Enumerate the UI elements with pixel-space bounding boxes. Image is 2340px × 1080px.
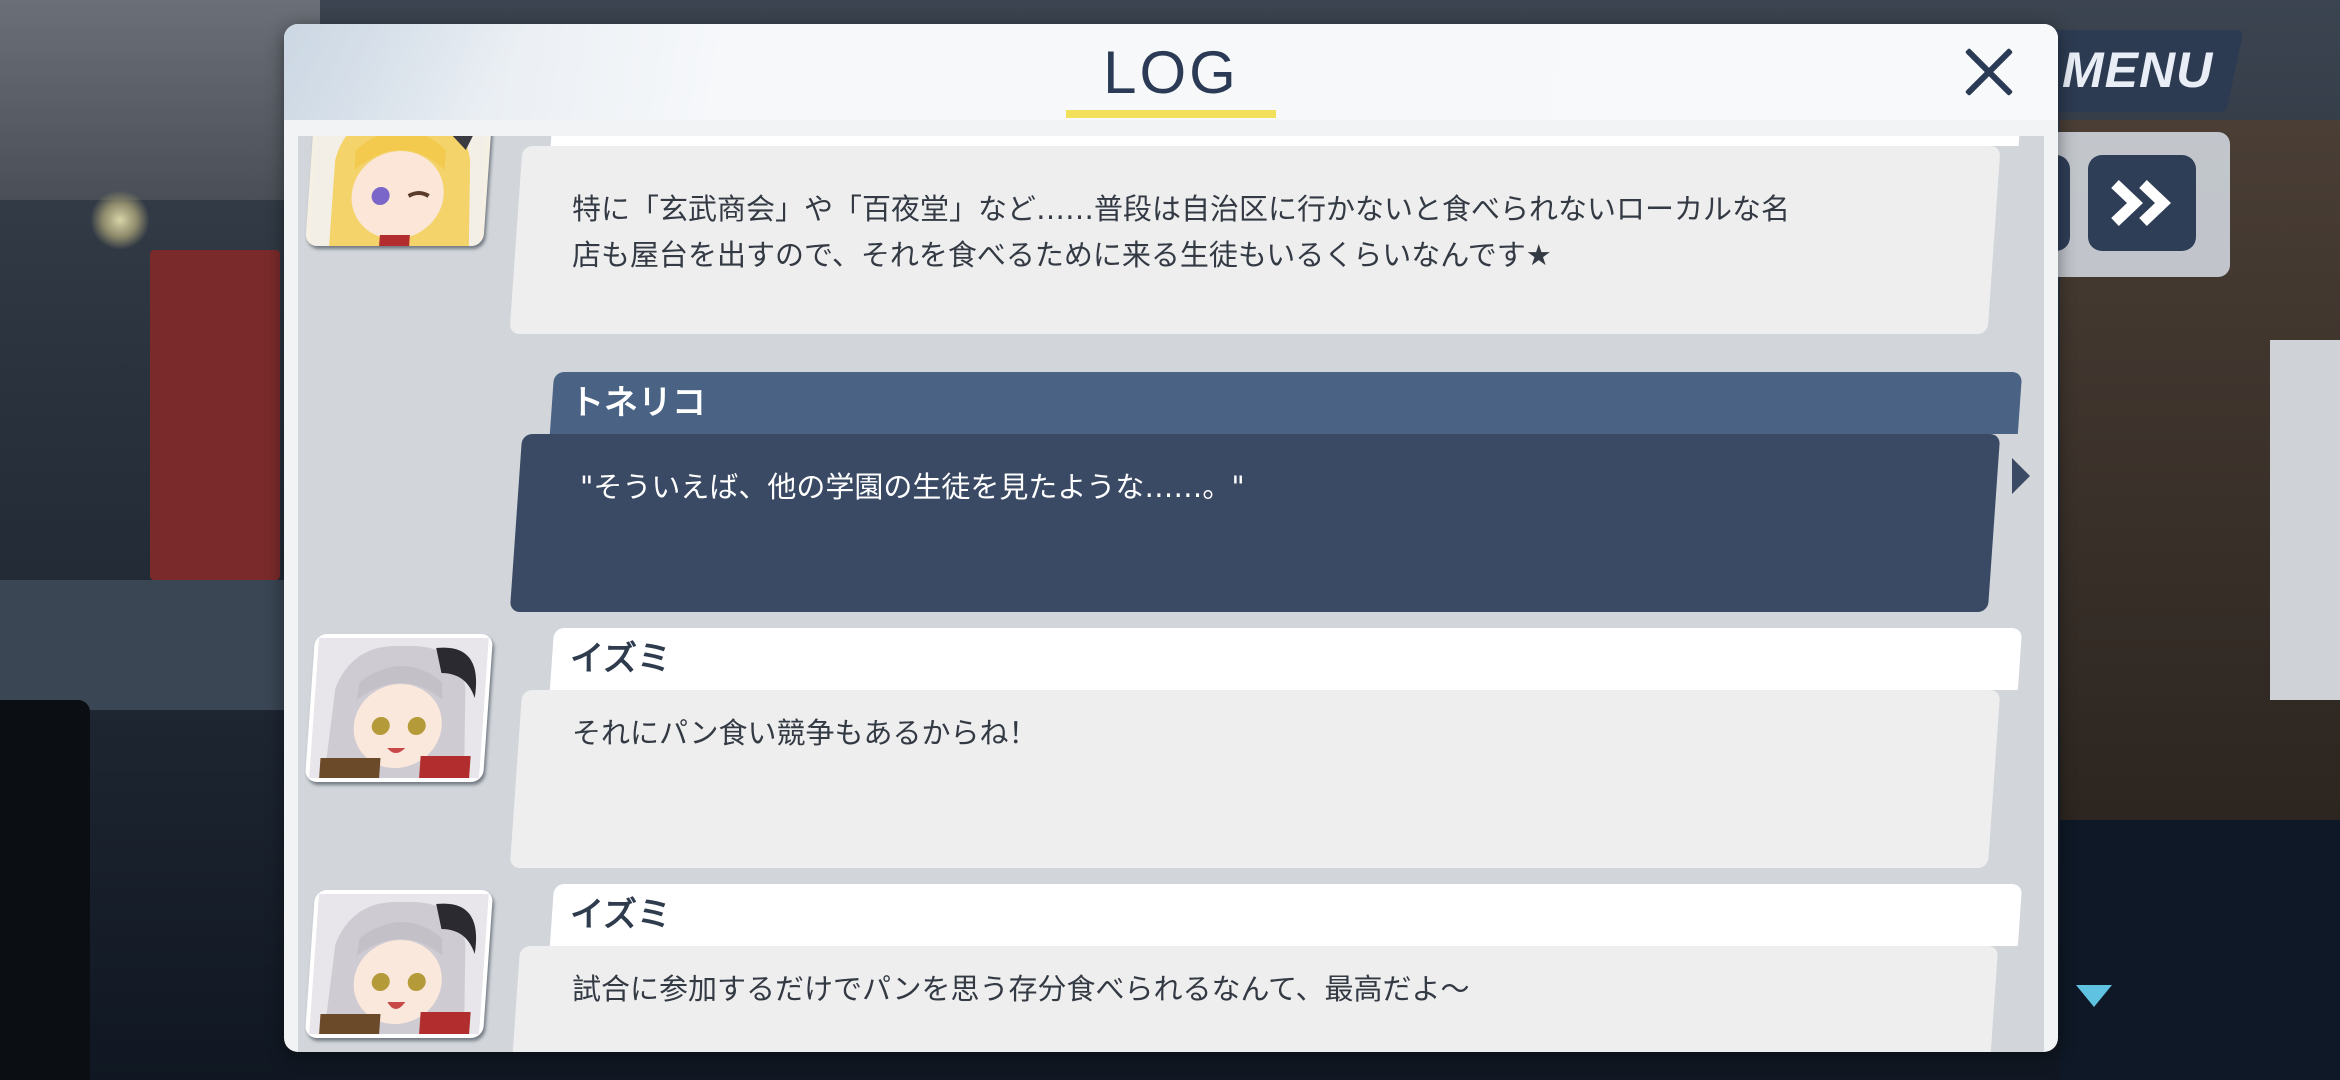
fast-forward-icon bbox=[2111, 180, 2171, 226]
triangle-down-icon bbox=[2076, 985, 2112, 1007]
message-text: それにパン食い競争もあるからね！ bbox=[572, 716, 1038, 750]
message-text: 特に「玄武商会」や「百夜堂」など……普段は自治区に行かないと食べられないローカル… bbox=[572, 192, 1791, 272]
log-dialog: LOG 特に「玄武商会」や「百夜堂」など……普段は自治区に行かないと食べられない… bbox=[284, 24, 2058, 1052]
speaker-name: トネリコ bbox=[570, 383, 706, 423]
speaker-name-bar bbox=[550, 136, 2022, 146]
log-list[interactable]: 特に「玄武商会」や「百夜堂」など……普段は自治区に行かないと食べられないローカル… bbox=[298, 136, 2044, 1052]
log-entry: 特に「玄武商会」や「百夜堂」など……普段は自治区に行かないと食べられないローカル… bbox=[298, 136, 2044, 356]
blonde-horned-girl-avatar bbox=[305, 136, 493, 246]
speaker-name-bar bbox=[549, 884, 2023, 946]
header-decoration bbox=[284, 24, 584, 120]
log-header: LOG bbox=[284, 24, 2058, 120]
counter bbox=[0, 580, 290, 710]
message-bubble bbox=[509, 434, 2001, 612]
silver-haired-horned-girl-avatar bbox=[304, 634, 494, 782]
message-text: "そういえば、他の学園の生徒を見たような……。" bbox=[580, 470, 1245, 504]
close-icon[interactable] bbox=[1954, 38, 2024, 108]
speaker-name-bar bbox=[549, 372, 2023, 434]
bubble-pointer bbox=[2012, 458, 2030, 494]
lamp bbox=[90, 190, 150, 250]
right-shop-wall bbox=[2270, 340, 2340, 700]
log-entry-self: トネリコ "そういえば、他の学園の生徒を見たような……。" bbox=[298, 372, 2044, 612]
shop-banner bbox=[150, 250, 280, 580]
street bbox=[2060, 820, 2340, 1080]
log-entry: イズミ それにパン食い競争もあるからね！ bbox=[298, 628, 2044, 868]
speaker-name: イズミ bbox=[570, 895, 671, 935]
title-underline bbox=[1066, 110, 1276, 118]
dark-panel bbox=[0, 700, 90, 1080]
shop-sign bbox=[0, 0, 320, 200]
menu-button-label[interactable]: MENU bbox=[2062, 38, 2232, 102]
silver-haired-horned-girl-avatar bbox=[304, 890, 494, 1038]
speaker-name-bar bbox=[549, 628, 2023, 690]
log-entry: イズミ 試合に参加するだけでパンを思う存分食べられるなんて、最高だよ～ bbox=[298, 884, 2044, 1052]
speaker-name: イズミ bbox=[570, 639, 671, 679]
message-text: 試合に参加するだけでパンを思う存分食べられるなんて、最高だよ～ bbox=[572, 972, 1470, 1006]
fast-forward-button[interactable] bbox=[2088, 155, 2196, 251]
log-title: LOG bbox=[1103, 39, 1239, 106]
